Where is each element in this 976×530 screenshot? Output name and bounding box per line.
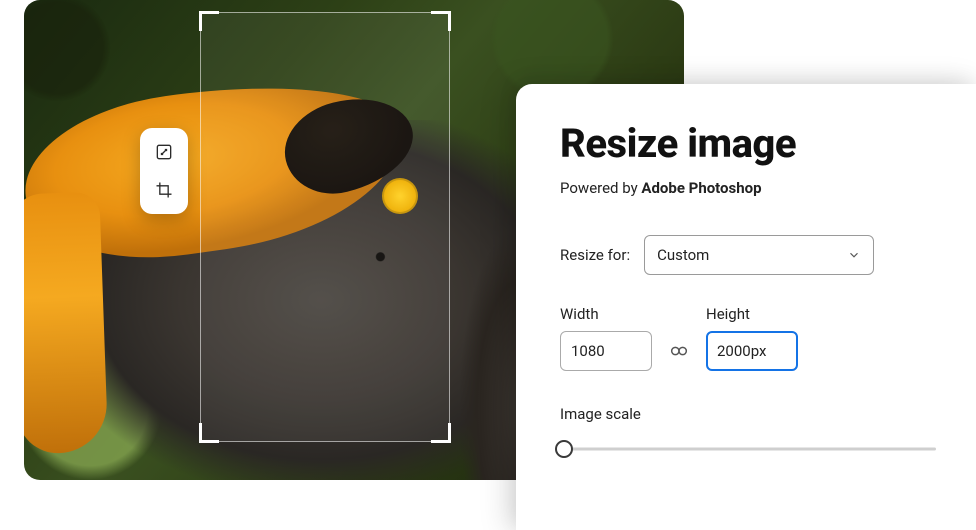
height-input[interactable]: 2000px xyxy=(706,331,798,371)
crop-frame[interactable] xyxy=(200,12,450,442)
resize-panel: Resize image Powered by Adobe Photoshop … xyxy=(516,84,976,530)
chevron-down-icon xyxy=(847,248,861,262)
powered-brand: Adobe Photoshop xyxy=(641,179,761,197)
resize-icon xyxy=(154,142,174,162)
panel-title: Resize image xyxy=(560,120,936,167)
resize-for-select[interactable]: Custom xyxy=(644,235,874,275)
slider-thumb[interactable] xyxy=(555,440,573,458)
image-scale-label: Image scale xyxy=(560,405,936,423)
width-input[interactable]: 1080 xyxy=(560,331,652,371)
resize-tool-button[interactable] xyxy=(148,136,180,168)
powered-by-text: Powered by Adobe Photoshop xyxy=(560,179,936,197)
width-value: 1080 xyxy=(571,342,605,360)
link-icon xyxy=(668,340,690,362)
crop-handle-bl[interactable] xyxy=(199,423,219,443)
width-label: Width xyxy=(560,305,652,323)
crop-handle-tr[interactable] xyxy=(431,11,451,31)
powered-prefix: Powered by xyxy=(560,179,641,197)
link-dimensions-button[interactable] xyxy=(668,331,690,371)
image-scale-slider[interactable] xyxy=(560,439,936,459)
crop-icon xyxy=(154,180,174,200)
resize-for-value: Custom xyxy=(657,246,709,264)
tool-toolbar xyxy=(140,128,188,214)
crop-handle-tl[interactable] xyxy=(199,11,219,31)
crop-handle-br[interactable] xyxy=(431,423,451,443)
crop-tool-button[interactable] xyxy=(148,174,180,206)
height-label: Height xyxy=(706,305,798,323)
height-value: 2000px xyxy=(717,342,766,360)
slider-track xyxy=(560,448,936,451)
resize-for-label: Resize for: xyxy=(560,246,630,264)
